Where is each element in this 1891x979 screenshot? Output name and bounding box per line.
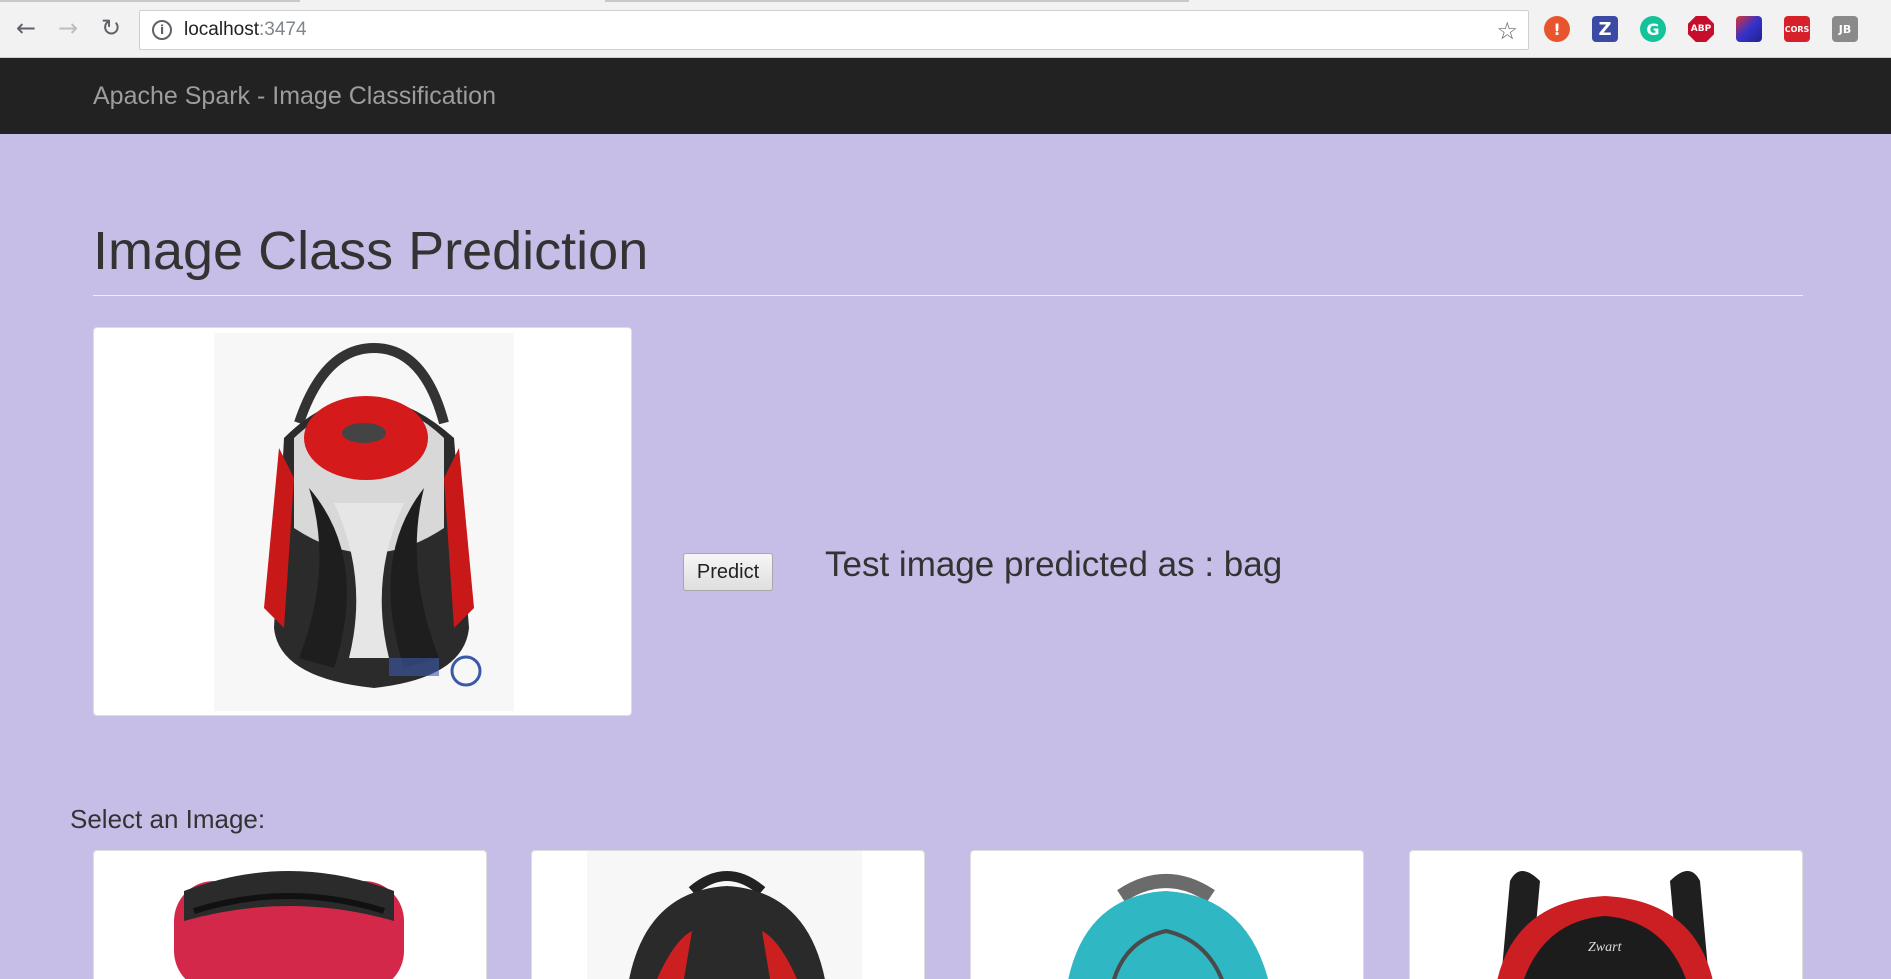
predict-button[interactable]: Predict bbox=[683, 553, 773, 591]
url-text[interactable]: localhost:3474 bbox=[184, 19, 307, 41]
page-title: Image Class Prediction bbox=[93, 221, 649, 281]
navbar-brand[interactable]: Apache Spark - Image Classification bbox=[93, 82, 496, 111]
select-image-label: Select an Image: bbox=[70, 804, 266, 834]
forward-arrow-icon[interactable]: → bbox=[52, 12, 84, 44]
image-option-4[interactable]: Zwart bbox=[1409, 850, 1803, 979]
url-port: :3474 bbox=[259, 19, 307, 40]
black-red-backpack-image bbox=[587, 851, 862, 979]
image-option-2[interactable] bbox=[531, 850, 925, 979]
address-bar[interactable]: i localhost:3474 ☆ bbox=[139, 10, 1529, 50]
info-icon[interactable]: i bbox=[152, 20, 172, 40]
svg-text:Zwart: Zwart bbox=[1588, 940, 1623, 955]
zwart-backpack-image: Zwart bbox=[1497, 871, 1713, 979]
title-divider bbox=[93, 295, 1803, 296]
grammarly-extension-icon[interactable]: G bbox=[1640, 16, 1666, 42]
image-option-1[interactable] bbox=[93, 850, 487, 979]
back-arrow-icon[interactable]: ← bbox=[10, 12, 42, 44]
tab-strip-edge bbox=[605, 0, 1189, 2]
adblock-extension-icon[interactable]: ABP bbox=[1688, 16, 1714, 42]
star-icon[interactable]: ☆ bbox=[1496, 17, 1518, 45]
cors-extension-icon[interactable]: CORS bbox=[1784, 16, 1810, 42]
reload-icon[interactable]: ↻ bbox=[95, 12, 127, 44]
jetbrains-extension-icon[interactable]: JB bbox=[1832, 16, 1858, 42]
browser-toolbar: ← → ↻ i localhost:3474 ☆ ! Z G ABP CORS … bbox=[0, 0, 1891, 58]
test-image-thumbnail bbox=[93, 327, 632, 716]
red-backpack-image bbox=[174, 871, 404, 979]
alert-extension-icon[interactable]: ! bbox=[1544, 16, 1570, 42]
url-host: localhost bbox=[184, 19, 259, 40]
app-navbar: Apache Spark - Image Classification bbox=[0, 58, 1891, 134]
prediction-result: Test image predicted as : bag bbox=[825, 545, 1283, 584]
backpack-image bbox=[214, 333, 514, 711]
night-extension-icon[interactable] bbox=[1736, 16, 1762, 42]
z-extension-icon[interactable]: Z bbox=[1592, 16, 1618, 42]
teal-backpack-image bbox=[1068, 874, 1269, 979]
tab-strip-edge bbox=[0, 0, 300, 2]
image-option-3[interactable] bbox=[970, 850, 1364, 979]
